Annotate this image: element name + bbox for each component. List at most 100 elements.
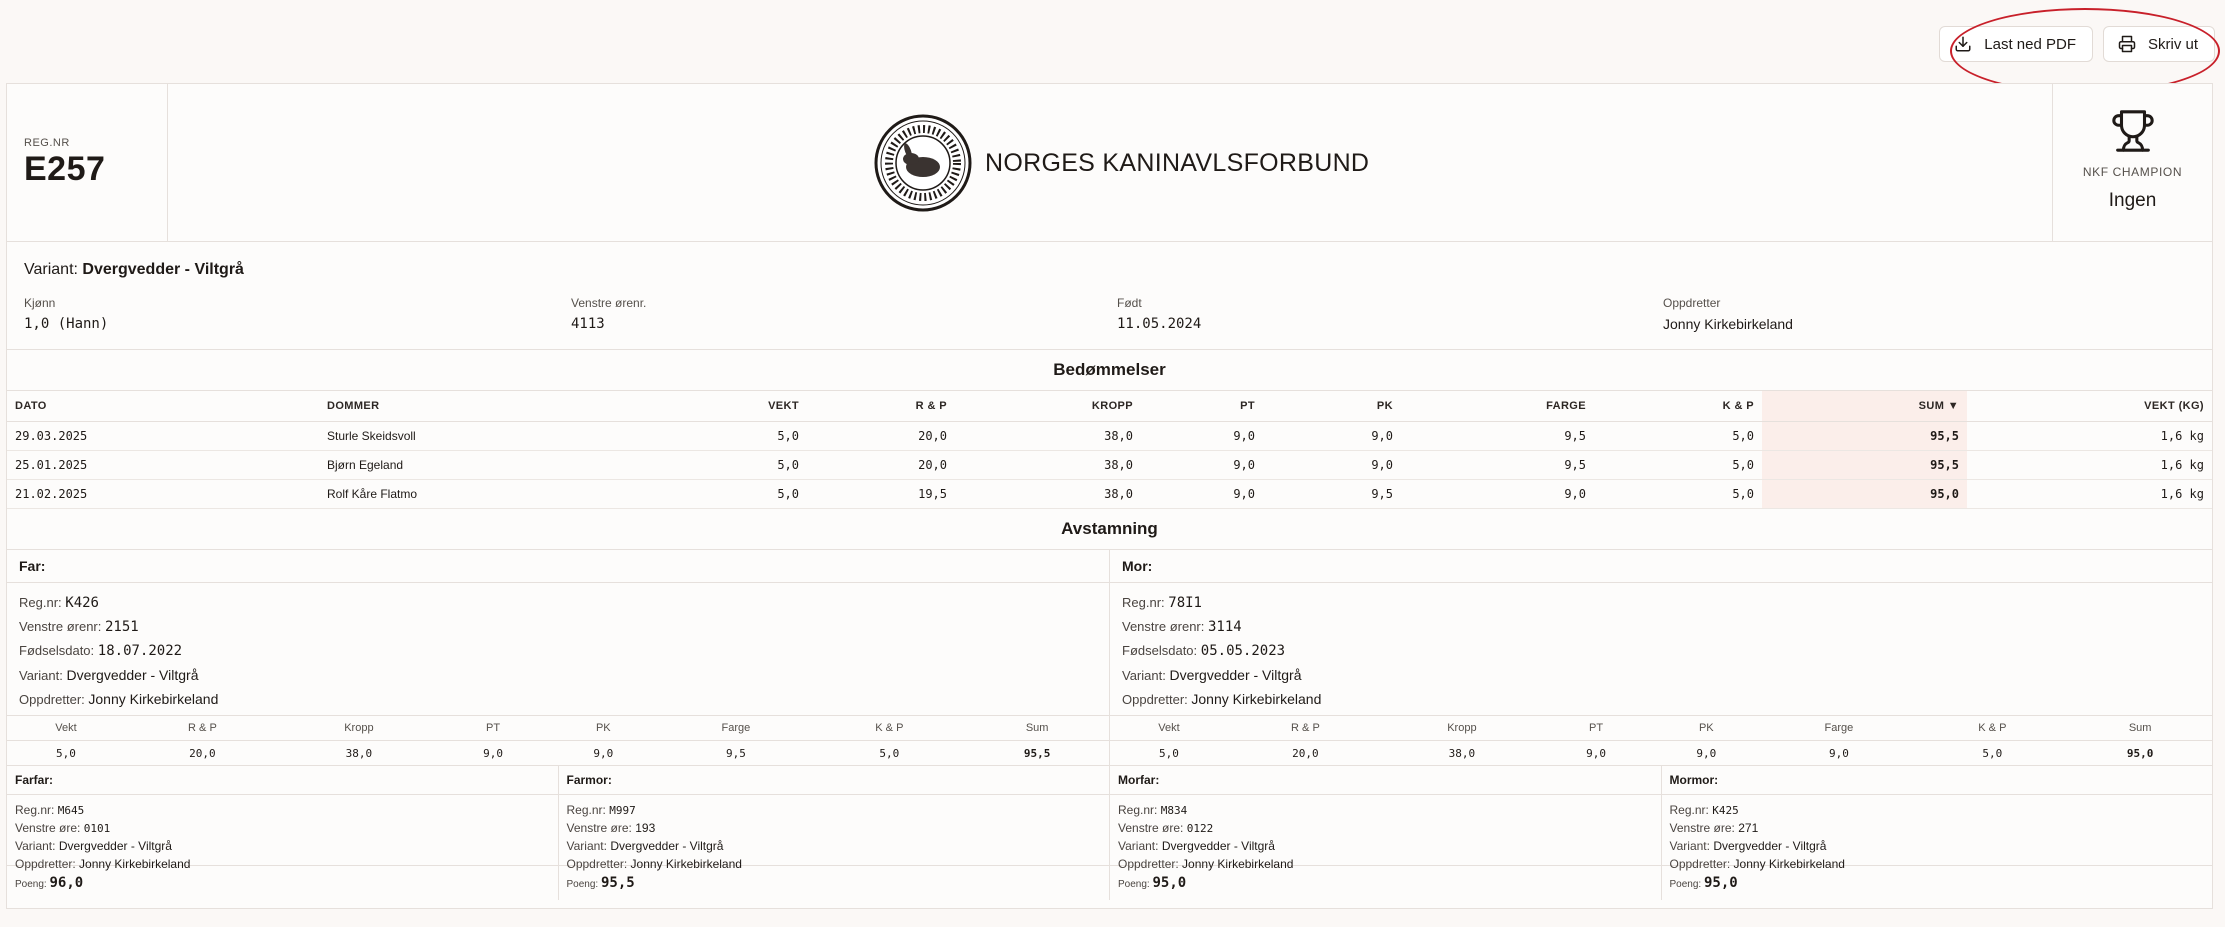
score-row: 5,0 20,0 38,0 9,0 9,0 9,5 5,0 95,5 xyxy=(7,741,1109,766)
cell-sum: 95,5 xyxy=(1762,421,1967,451)
father-scores: Vekt R & P Kropp PT PK Farge K & P Sum 5… xyxy=(7,715,1109,765)
reg-value: E257 xyxy=(24,150,106,188)
grandparent-details: Reg.nr: M997 Venstre øre: 193 Variant: D… xyxy=(558,795,1109,871)
reg-label: Reg.nr: xyxy=(19,595,62,610)
score-col: PK xyxy=(1651,715,1762,741)
grandparent-card-morfar: Morfar: Reg.nr: M834 Venstre øre: 0122 V… xyxy=(1109,766,1661,900)
breeder-value: Jonny Kirkebirkeland xyxy=(630,857,742,871)
score-header-row: Vekt R & P Kropp PT PK Farge K & P Sum xyxy=(7,715,1109,741)
gp-variant: Variant: Dvergvedder - Viltgrå xyxy=(15,837,550,855)
father-variant: Variant: Dvergvedder - Viltgrå xyxy=(19,663,1097,687)
cell-weight-kg: 1,6 kg xyxy=(1967,479,2212,509)
reg-value: M645 xyxy=(57,804,85,817)
cell-pt: 9,0 xyxy=(1141,421,1263,451)
mother-heading: Mor: xyxy=(1110,550,2212,583)
variant-label: Variant: xyxy=(24,261,78,278)
score-cell: 9,0 xyxy=(1828,746,1849,760)
cell-color: 9,5 xyxy=(1401,450,1594,480)
score-cell: 20,0 xyxy=(189,746,216,760)
reg-value: 78I1 xyxy=(1168,595,1202,611)
download-icon xyxy=(1955,36,1971,52)
breeder-label: Oppdretter: xyxy=(19,692,85,707)
reg-label: REG.NR xyxy=(24,137,70,149)
col-date[interactable]: DATO xyxy=(7,391,319,422)
points-label: Poeng: xyxy=(15,879,47,890)
score-cell: 5,0 xyxy=(56,746,76,760)
cell-pk: 9,5 xyxy=(1263,479,1401,509)
col-color[interactable]: FARGE xyxy=(1401,391,1594,422)
cell-pk: 9,0 xyxy=(1263,450,1401,480)
cell-color: 9,0 xyxy=(1401,479,1594,509)
col-judge[interactable]: DOMMER xyxy=(319,391,705,422)
gp-variant: Variant: Dvergvedder - Viltgrå xyxy=(1670,837,2205,855)
ear-label: Venstre øre: xyxy=(1118,821,1184,835)
cell-body: 38,0 xyxy=(955,479,1141,509)
ear-value: 0101 xyxy=(83,822,111,835)
mother-variant: Variant: Dvergvedder - Viltgrå xyxy=(1122,663,2200,687)
info-label: Født xyxy=(1117,296,1142,310)
cell-judge: Rolf Kåre Flatmo xyxy=(319,479,705,509)
info-ear: Venstre ørenr. 4113 xyxy=(571,296,646,332)
variant-value: Dvergvedder - Viltgrå xyxy=(82,261,244,278)
variant-value: Dvergvedder - Viltgrå xyxy=(66,667,199,683)
score-col: Farge xyxy=(1761,715,1917,741)
download-pdf-button[interactable]: Last ned PDF xyxy=(1939,26,2093,62)
gp-ear: Venstre øre: 193 xyxy=(567,819,1102,837)
born-label: Fødselsdato: xyxy=(19,643,95,658)
col-sum[interactable]: SUM ▼ xyxy=(1762,391,1967,422)
score-cell: 9,0 xyxy=(1696,746,1717,760)
grandparent-heading: Morfar: xyxy=(1110,766,1661,795)
col-pt[interactable]: PT xyxy=(1141,391,1263,422)
reg-label: Reg.nr: xyxy=(15,803,55,817)
mother-born: Fødselsdato: 05.05.2023 xyxy=(1122,639,2200,663)
col-weight[interactable]: VEKT xyxy=(705,391,807,422)
info-section: Variant: Dvergvedder - Viltgrå Kjønn 1,0… xyxy=(7,242,2212,350)
cell-date: 25.01.2025 xyxy=(7,450,319,480)
cell-kp: 5,0 xyxy=(1594,479,1762,509)
gp-variant: Variant: Dvergvedder - Viltgrå xyxy=(567,837,1102,855)
grandparent-heading: Farmor: xyxy=(558,766,1109,795)
print-button[interactable]: Skriv ut xyxy=(2102,26,2215,62)
ear-label: Venstre ørenr: xyxy=(19,619,102,634)
variant-value: Dvergvedder - Viltgrå xyxy=(1169,667,1302,683)
col-pk[interactable]: PK xyxy=(1263,391,1401,422)
breeder-value: Jonny Kirkebirkeland xyxy=(1182,857,1294,871)
col-rp[interactable]: R & P xyxy=(807,391,955,422)
col-body[interactable]: KROPP xyxy=(955,391,1141,422)
card-header: REG.NR E257 NORGES KANINAVLSFORBUND NKF … xyxy=(7,84,2212,242)
col-weight-kg[interactable]: VEKT (KG) xyxy=(1967,391,2212,422)
reg-label: Reg.nr: xyxy=(1122,595,1165,610)
grandparent-card-mormor: Mormor: Reg.nr: K425 Venstre øre: 271 Va… xyxy=(1660,766,2212,900)
cell-weight: 5,0 xyxy=(705,421,807,451)
col-kp[interactable]: K & P xyxy=(1594,391,1762,422)
born-value: 18.07.2022 xyxy=(97,643,183,659)
cell-sum: 95,0 xyxy=(1762,479,1967,509)
cell-weight-kg: 1,6 kg xyxy=(1967,421,2212,451)
table-row: 21.02.2025 Rolf Kåre Flatmo 5,0 19,5 38,… xyxy=(7,479,2212,509)
champion-box: NKF CHAMPION Ingen xyxy=(2052,84,2212,241)
table-row: 25.01.2025 Bjørn Egeland 5,0 20,0 38,0 9… xyxy=(7,450,2212,480)
org-name: NORGES KANINAVLSFORBUND xyxy=(985,148,1370,177)
ear-value: 2151 xyxy=(105,619,139,635)
cell-date: 21.02.2025 xyxy=(7,479,319,509)
download-pdf-label: Last ned PDF xyxy=(1984,35,2076,53)
seal-logo xyxy=(874,114,972,212)
score-cell: 5,0 xyxy=(1159,746,1179,760)
score-row: 5,0 20,0 38,0 9,0 9,0 9,0 5,0 95,0 xyxy=(1110,741,2212,766)
score-cell: 9,0 xyxy=(1586,746,1606,760)
cell-pt: 9,0 xyxy=(1141,479,1263,509)
cell-weight: 5,0 xyxy=(705,450,807,480)
score-col: Vekt xyxy=(1110,715,1228,741)
reg-number-box: REG.NR E257 xyxy=(7,84,168,241)
variant-value: Dvergvedder - Viltgrå xyxy=(1161,839,1275,853)
cell-date: 29.03.2025 xyxy=(7,421,319,451)
points-value: 96,0 xyxy=(49,875,84,891)
score-sum: 95,0 xyxy=(2126,746,2154,760)
score-cell: 9,0 xyxy=(593,746,614,760)
cell-body: 38,0 xyxy=(955,421,1141,451)
grandparent-heading: Farfar: xyxy=(7,766,558,795)
born-label: Fødselsdato: xyxy=(1122,643,1198,658)
mother-reg: Reg.nr: 78I1 xyxy=(1122,591,2200,615)
info-label: Oppdretter xyxy=(1663,296,1721,310)
gp-variant: Variant: Dvergvedder - Viltgrå xyxy=(1118,837,1653,855)
